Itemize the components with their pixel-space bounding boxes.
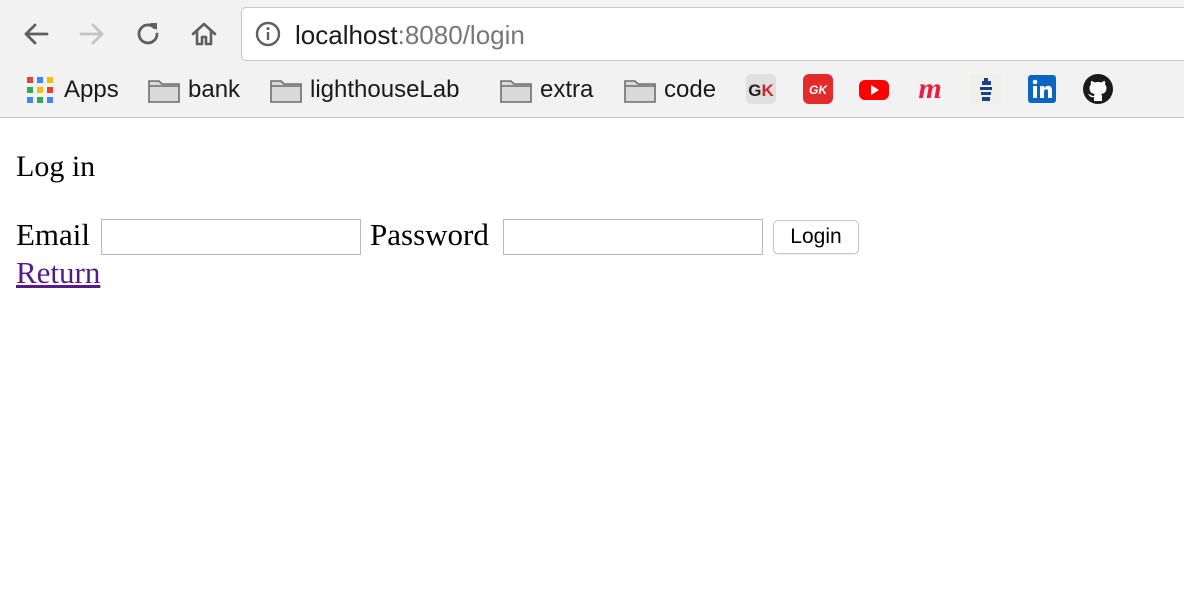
info-icon[interactable] — [255, 21, 281, 47]
svg-text:GK: GK — [748, 81, 774, 100]
email-field[interactable] — [101, 219, 361, 255]
forward-button[interactable] — [74, 16, 110, 52]
gk-favicon-icon[interactable]: GK — [745, 73, 777, 105]
bookmark-lighthouselab[interactable]: lighthouseLab — [270, 74, 459, 106]
youtube-icon[interactable] — [858, 73, 890, 105]
email-label: Email — [16, 217, 91, 252]
password-label: Password — [370, 217, 489, 252]
apps-grid-icon — [27, 77, 53, 103]
folder-icon — [148, 80, 180, 103]
github-icon[interactable] — [1082, 73, 1114, 105]
reload-icon — [137, 23, 159, 45]
bookmark-label: code — [664, 76, 717, 103]
bookmark-apps[interactable]: Apps — [26, 74, 119, 106]
bookmark-bank[interactable]: bank — [148, 74, 240, 106]
return-link[interactable]: Return — [16, 256, 100, 290]
home-button[interactable] — [186, 16, 222, 52]
bookmark-code[interactable]: code — [624, 74, 716, 106]
reload-button[interactable] — [130, 16, 166, 52]
bookmark-label: Apps — [64, 76, 119, 103]
meetup-icon[interactable]: m — [914, 73, 946, 105]
svg-text:GK: GK — [809, 83, 828, 97]
page-title: Log in — [16, 150, 96, 183]
bookmark-label: extra — [540, 76, 594, 103]
bookmark-label: bank — [188, 76, 241, 103]
folder-icon — [500, 80, 532, 103]
folder-icon — [624, 80, 656, 103]
linkedin-icon[interactable] — [1026, 73, 1058, 105]
url-path: :8080/login — [397, 20, 525, 50]
stacked-logo-icon[interactable] — [970, 73, 1002, 105]
url-text: localhost:8080/login — [295, 20, 525, 50]
bookmark-label: lighthouseLab — [310, 76, 460, 103]
bookmarks-bar: Apps bank lighthouseLab extra code — [0, 70, 1184, 110]
svg-text:m: m — [918, 73, 941, 105]
page-content: Log in Email Password Login Return — [0, 118, 1184, 602]
back-arrow-icon — [24, 23, 49, 45]
browser-chrome: localhost:8080/login Apps bank lighthous — [0, 0, 1184, 118]
back-button[interactable] — [18, 16, 54, 52]
bookmark-extra[interactable]: extra — [500, 74, 593, 106]
password-field[interactable] — [503, 219, 763, 255]
address-bar[interactable]: localhost:8080/login — [241, 7, 1184, 61]
folder-icon — [270, 80, 302, 103]
url-host: localhost — [295, 20, 398, 50]
login-button[interactable]: Login — [773, 220, 859, 254]
forward-arrow-icon — [79, 23, 104, 45]
home-icon — [191, 22, 217, 46]
gk-red-favicon-icon[interactable]: GK — [802, 73, 834, 105]
